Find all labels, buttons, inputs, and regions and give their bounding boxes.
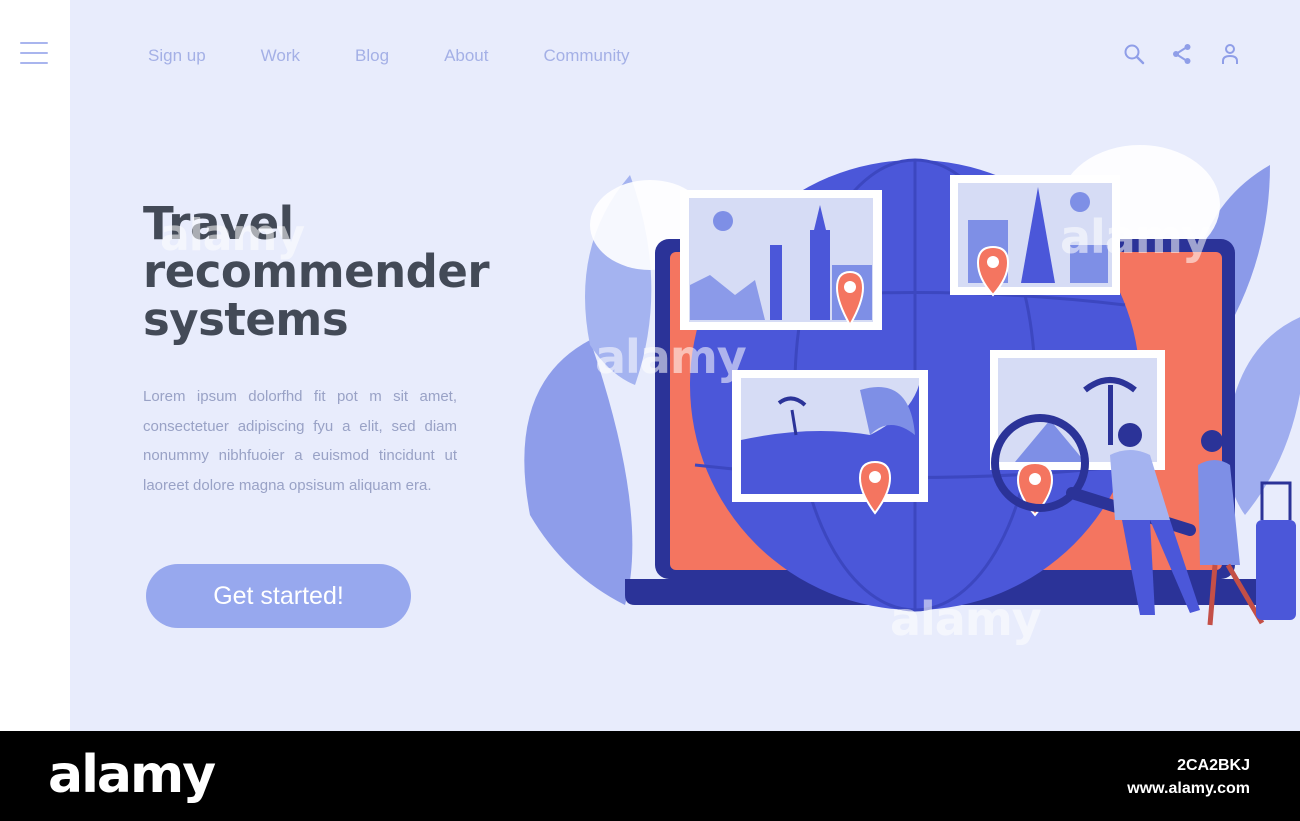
top-nav: Sign up Work Blog About Community — [148, 46, 684, 66]
nav-work[interactable]: Work — [261, 46, 300, 66]
watermark: alamy — [595, 330, 747, 384]
footer-logo: alamy — [48, 745, 216, 805]
suitcase-icon — [1256, 481, 1296, 620]
search-icon[interactable] — [1122, 42, 1146, 66]
nav-sign-up[interactable]: Sign up — [148, 46, 206, 66]
nav-blog[interactable]: Blog — [355, 46, 389, 66]
watermark: alamy — [890, 592, 1042, 646]
get-started-button[interactable]: Get started! — [146, 564, 411, 628]
header-actions — [1122, 42, 1242, 66]
landing-page: Sign up Work Blog About Community Travel… — [70, 0, 1300, 731]
hero-title-line-3: systems — [143, 293, 349, 346]
watermark: alamy — [160, 210, 305, 261]
watermark: alamy — [1060, 210, 1212, 264]
nav-community[interactable]: Community — [544, 46, 630, 66]
footer-url: www.alamy.com — [1127, 780, 1250, 797]
share-icon[interactable] — [1170, 42, 1194, 66]
menu-icon[interactable] — [20, 42, 48, 64]
user-icon[interactable] — [1218, 42, 1242, 66]
sidebar — [0, 0, 70, 731]
surf-photo-card — [732, 370, 928, 515]
stock-footer: alamy 2CA2BKJ www.alamy.com — [0, 731, 1300, 821]
image-id: 2CA2BKJ — [1177, 757, 1250, 774]
nav-about[interactable]: About — [444, 46, 488, 66]
hero-description: Lorem ipsum dolorfhd fit pot m sit amet,… — [143, 388, 457, 494]
new-york-photo-card — [680, 190, 882, 330]
